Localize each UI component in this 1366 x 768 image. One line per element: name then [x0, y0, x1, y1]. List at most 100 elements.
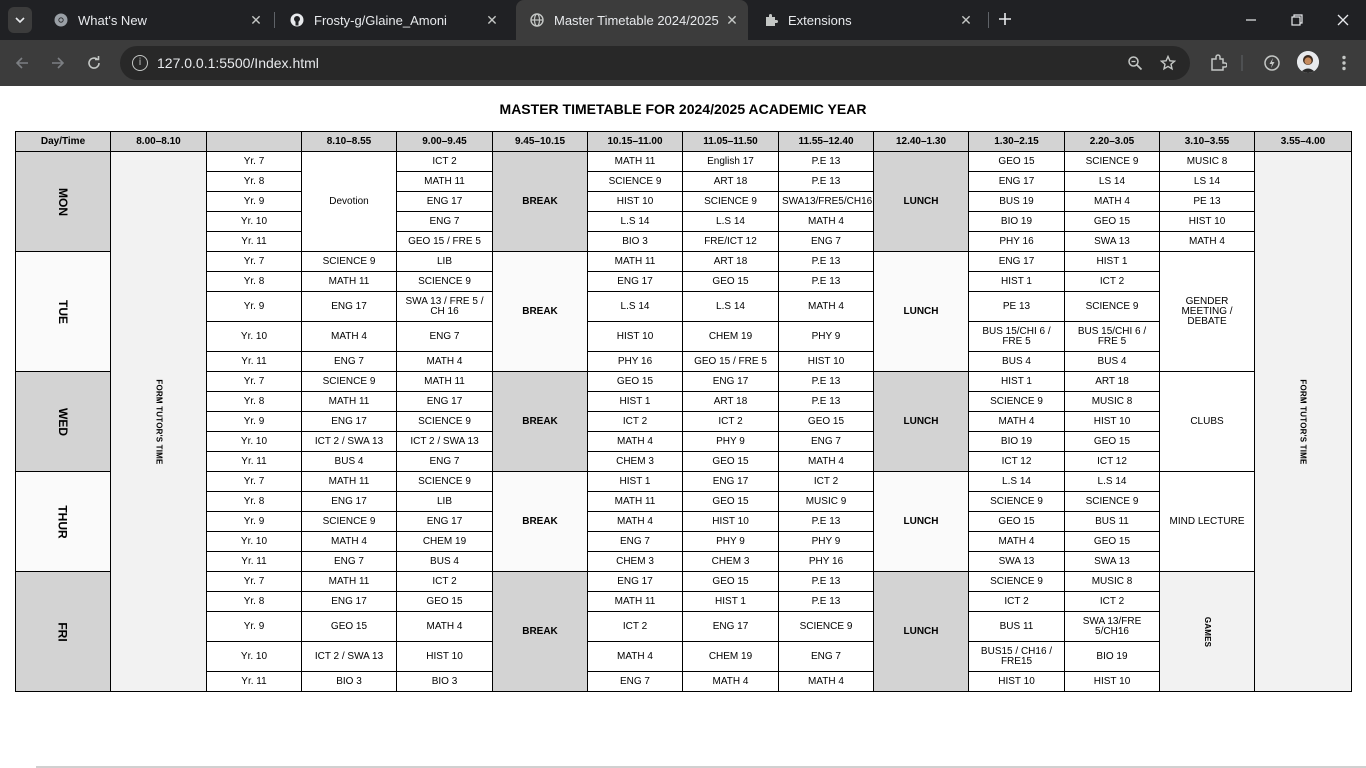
- back-button[interactable]: [9, 50, 35, 76]
- reload-icon: [88, 56, 100, 69]
- lesson-cell: GEO 15: [682, 571, 779, 592]
- close-icon[interactable]: ✕: [248, 12, 264, 28]
- address-bar[interactable]: i 127.0.0.1:5500/Index.html: [120, 46, 1190, 80]
- close-icon[interactable]: ✕: [724, 12, 740, 28]
- form-tutor-time-cell: FORM TUTOR'S TIME: [110, 151, 207, 692]
- tab-master-timetable[interactable]: Master Timetable 2024/2025 ✕: [516, 0, 748, 40]
- lesson-cell: MATH 4: [301, 321, 397, 352]
- lesson-cell: MATH 11: [301, 471, 397, 492]
- forward-button[interactable]: [45, 50, 71, 76]
- lesson-cell: SCIENCE 9: [396, 471, 493, 492]
- lesson-cell: MATH 4: [587, 641, 683, 672]
- lesson-cell: ENG 17: [301, 491, 397, 512]
- window-close-button[interactable]: [1320, 0, 1366, 40]
- arrow-left-icon: [15, 57, 28, 69]
- break-cell: BREAK: [492, 251, 588, 372]
- day-label-cell: MON: [15, 151, 111, 252]
- activity-cell: GENDER MEETING / DEBATE: [1159, 251, 1255, 372]
- tab-github[interactable]: Frosty-g/Glaine_Amoni ✕: [276, 0, 508, 40]
- tab-whats-new[interactable]: What's New ✕: [40, 0, 272, 40]
- site-info-icon[interactable]: i: [132, 55, 148, 71]
- year-cell: Yr. 9: [206, 291, 302, 322]
- lesson-cell: L.S 14: [682, 211, 779, 232]
- year-cell: Yr. 11: [206, 551, 302, 572]
- tab-strip: What's New ✕ Frosty-g/Glaine_Amoni ✕ Mas…: [0, 0, 1366, 40]
- profile-avatar[interactable]: [1297, 51, 1319, 73]
- timetable-body: MON FORM TUTOR'S TIME Yr. 7 Devotion ICT 2 BR…: [15, 151, 1352, 692]
- close-icon[interactable]: ✕: [484, 12, 500, 28]
- lesson-cell: SCIENCE 9: [968, 571, 1065, 592]
- column-header: 9.45–10.15: [492, 131, 588, 152]
- performance-icon[interactable]: [1261, 52, 1283, 74]
- column-header: Day/Time: [15, 131, 111, 152]
- lesson-cell: ENG 7: [587, 531, 683, 552]
- close-icon[interactable]: ✕: [958, 12, 974, 28]
- lesson-cell: MATH 4: [396, 351, 493, 372]
- lesson-cell: GEO 15: [778, 411, 874, 432]
- minimize-button[interactable]: [1228, 0, 1274, 40]
- lesson-cell: HIST 10: [682, 511, 779, 532]
- lesson-cell: FRE/ICT 12: [682, 231, 779, 252]
- zoom-icon[interactable]: [1125, 53, 1145, 73]
- lesson-cell: BUS 4: [968, 351, 1065, 372]
- tab-divider: [274, 12, 275, 28]
- tab-search-button[interactable]: [8, 7, 32, 33]
- table-row: Yr. 10 MATH 4 CHEM 19 ENG 7 PHY 9 PHY 9 MATH 4…: [16, 531, 1352, 552]
- lesson-cell: LS 14: [1159, 171, 1255, 192]
- lesson-cell: ENG 17: [682, 371, 779, 392]
- lesson-cell: GEO 15: [968, 151, 1065, 172]
- lesson-cell: P.E 13: [778, 171, 874, 192]
- lesson-cell: MATH 4: [682, 671, 779, 692]
- table-row: Yr. 9 SCIENCE 9 ENG 17 MATH 4 HIST 10 P.E 13 G…: [16, 511, 1352, 532]
- year-cell: Yr. 9: [206, 611, 302, 642]
- reload-button[interactable]: [81, 50, 107, 76]
- lesson-cell: ICT 2: [682, 411, 779, 432]
- table-row: Yr. 10 ICT 2 / SWA 13 ICT 2 / SWA 13 MATH 4…: [16, 431, 1352, 452]
- close-icon: [1337, 14, 1349, 26]
- lesson-cell: SCIENCE 9: [778, 611, 874, 642]
- lesson-cell: SWA 13: [968, 551, 1065, 572]
- lesson-cell: MATH 11: [301, 571, 397, 592]
- menu-kebab-icon[interactable]: [1333, 52, 1355, 74]
- lesson-cell: MATH 11: [587, 591, 683, 612]
- lesson-cell: ENG 7: [396, 451, 493, 472]
- new-tab-button[interactable]: [994, 9, 1016, 31]
- lesson-cell: HIST 1: [587, 471, 683, 492]
- lesson-cell: ENG 7: [396, 211, 493, 232]
- lesson-cell: ENG 17: [396, 391, 493, 412]
- restore-button[interactable]: [1274, 0, 1320, 40]
- table-row: Yr. 9 GEO 15 MATH 4 ICT 2 ENG 17 SCIENCE 9 BUS…: [16, 611, 1352, 642]
- activity-cell: MIND LECTURE: [1159, 471, 1255, 572]
- lesson-cell: L.S 14: [1064, 471, 1160, 492]
- table-row: Yr. 9 ENG 17 SCIENCE 9 ICT 2 ICT 2 GEO 15 MATH…: [16, 411, 1352, 432]
- table-row: Yr. 11 ENG 7 BUS 4 CHEM 3 CHEM 3 PHY 16 SWA 13…: [16, 551, 1352, 572]
- column-header: [206, 131, 302, 152]
- table-row: THUR Yr. 7 MATH 11 SCIENCE 9 BREAK HIST 1 ENG …: [15, 471, 1352, 572]
- form-tutor-time-cell: FORM TUTOR'S TIME: [1254, 151, 1352, 692]
- lesson-cell: GEO 15: [301, 611, 397, 642]
- lesson-cell: PHY 9: [682, 531, 779, 552]
- tab-extensions[interactable]: Extensions ✕: [750, 0, 982, 40]
- column-header: 11.55–12.40: [778, 131, 874, 152]
- lesson-cell: MATH 11: [301, 391, 397, 412]
- year-cell: Yr. 9: [206, 191, 302, 212]
- puzzle-icon: [764, 13, 778, 27]
- url-text[interactable]: 127.0.0.1:5500/Index.html: [157, 55, 319, 71]
- extensions-icon[interactable]: [1207, 52, 1229, 74]
- lesson-cell: MATH 11: [587, 151, 683, 172]
- lesson-cell: ENG 17: [301, 291, 397, 322]
- lesson-cell: BUS 4: [1064, 351, 1160, 372]
- lesson-cell: ICT 2: [1064, 591, 1160, 612]
- year-cell: Yr. 7: [206, 251, 302, 272]
- column-header: 11.05–11.50: [682, 131, 779, 152]
- bookmark-star-icon[interactable]: [1158, 53, 1178, 73]
- lesson-cell: SCIENCE 9: [682, 191, 779, 212]
- lesson-cell: CHEM 3: [587, 551, 683, 572]
- lesson-cell: PHY 16: [587, 351, 683, 372]
- tab-title: Extensions: [788, 13, 852, 28]
- lesson-cell: ENG 17: [396, 191, 493, 212]
- column-header: 2.20–3.05: [1064, 131, 1160, 152]
- lesson-cell: ICT 2 / SWA 13: [396, 431, 493, 452]
- lesson-cell: ICT 2: [778, 471, 874, 492]
- form-tutor-time-label: FORM TUTOR'S TIME: [154, 378, 164, 465]
